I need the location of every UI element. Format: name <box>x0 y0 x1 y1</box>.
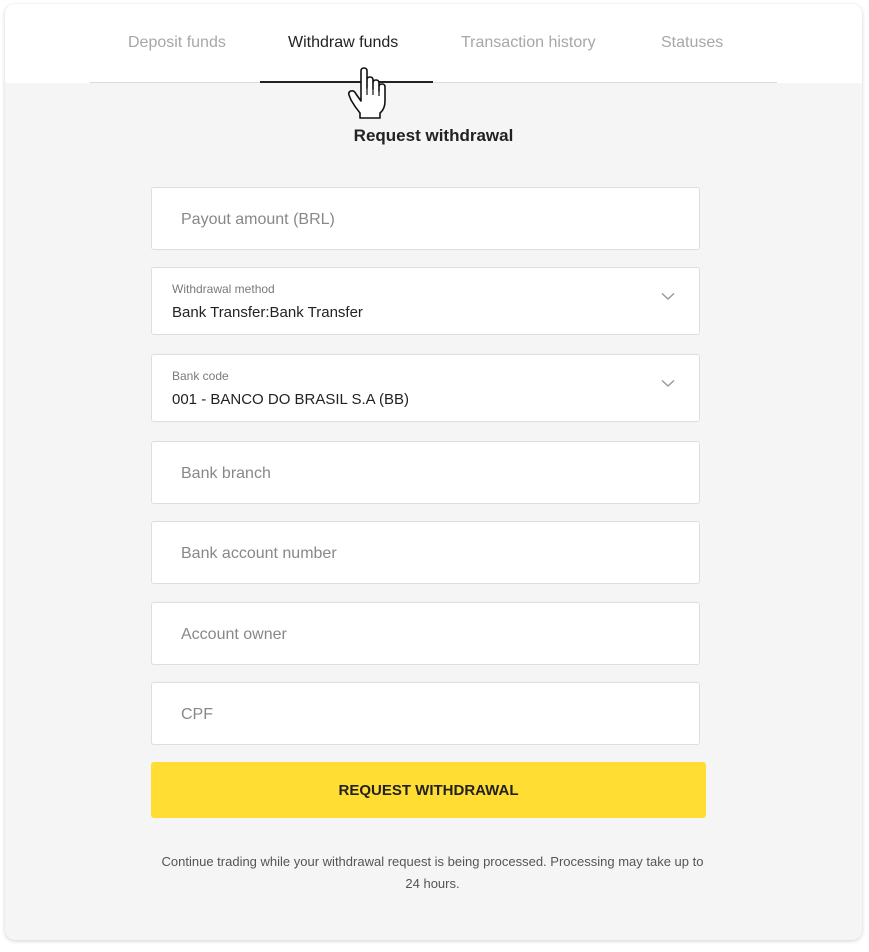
tab-statuses[interactable]: Statuses <box>661 34 723 52</box>
bank-code-label: Bank code <box>172 369 229 383</box>
account-owner-placeholder: Account owner <box>181 626 287 643</box>
payout-amount-placeholder: Payout amount (BRL) <box>181 211 335 228</box>
processing-note: Continue trading while your withdrawal r… <box>161 854 704 891</box>
bank-branch-placeholder: Bank branch <box>181 465 271 482</box>
bank-branch-input[interactable]: Bank branch <box>151 441 700 504</box>
request-withdrawal-button[interactable]: REQUEST WITHDRAWAL <box>151 762 706 818</box>
bank-account-number-input[interactable]: Bank account number <box>151 521 700 584</box>
tab-withdraw-funds[interactable]: Withdraw funds <box>288 34 398 52</box>
bank-code-select[interactable]: Bank code 001 - BANCO DO BRASIL S.A (BB) <box>151 354 700 422</box>
withdrawal-method-label: Withdrawal method <box>172 282 275 296</box>
form-title: Request withdrawal <box>353 126 514 145</box>
bank-code-value: 001 - BANCO DO BRASIL S.A (BB) <box>172 391 410 408</box>
withdrawal-method-select[interactable]: Withdrawal method Bank Transfer:Bank Tra… <box>151 267 700 335</box>
tab-transaction-history[interactable]: Transaction history <box>461 34 596 52</box>
hand-pointer-icon <box>347 67 386 119</box>
chevron-down-icon <box>661 379 675 388</box>
cpf-placeholder: CPF <box>181 706 213 723</box>
bank-account-number-placeholder: Bank account number <box>181 545 337 562</box>
withdraw-panel: Deposit funds Withdraw funds Transaction… <box>5 4 862 940</box>
tab-deposit-funds[interactable]: Deposit funds <box>128 34 226 52</box>
account-owner-input[interactable]: Account owner <box>151 602 700 665</box>
tabs-divider <box>90 82 777 83</box>
tab-bar: Deposit funds Withdraw funds Transaction… <box>5 4 862 83</box>
chevron-down-icon <box>661 292 675 301</box>
payout-amount-input[interactable]: Payout amount (BRL) <box>151 187 700 250</box>
cpf-input[interactable]: CPF <box>151 682 700 745</box>
withdrawal-method-value: Bank Transfer:Bank Transfer <box>172 304 363 321</box>
